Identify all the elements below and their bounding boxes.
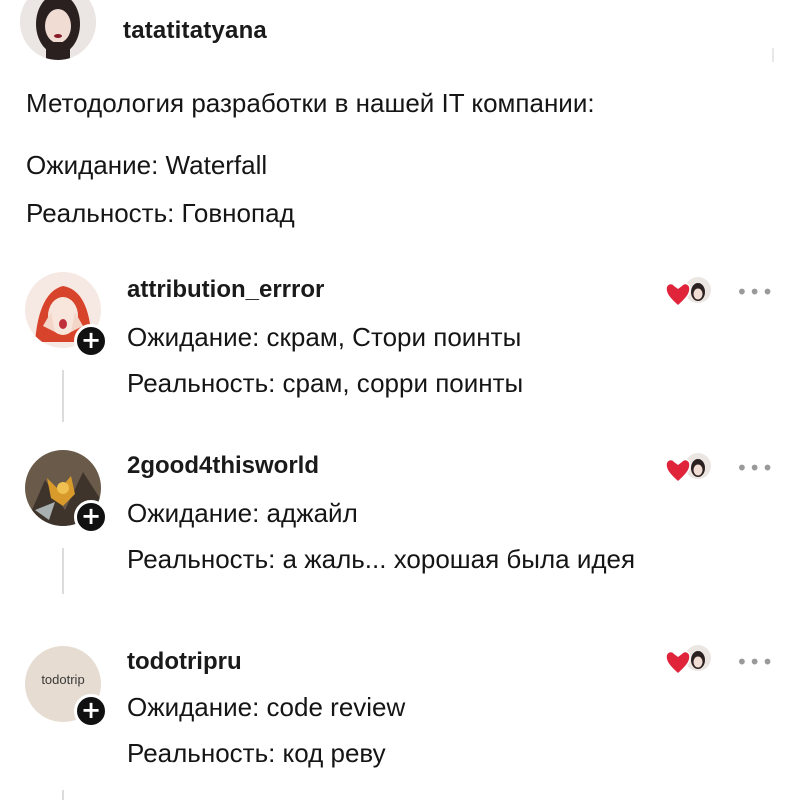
comment-line-2: Реальность: срам, сорри поинты: [127, 368, 524, 398]
more-options-icon[interactable]: •••: [736, 280, 774, 304]
commenter-username[interactable]: attribution_errror: [127, 276, 324, 304]
divider: [772, 48, 774, 62]
like-heart-icon[interactable]: [664, 448, 714, 488]
comment-line-1: Ожидание: аджайл: [127, 498, 358, 528]
more-options-icon[interactable]: •••: [736, 456, 774, 480]
more-options-icon[interactable]: •••: [736, 650, 774, 674]
post-text-line-1: Методология разработки в нашей IT компан…: [26, 88, 595, 118]
comment-line-2: Реальность: код реву: [127, 738, 386, 768]
post-author-avatar[interactable]: [20, 0, 96, 60]
comment-line-1: Ожидание: code review: [127, 692, 406, 722]
commenter-username[interactable]: todotripru: [127, 648, 242, 676]
like-heart-icon[interactable]: [664, 640, 714, 680]
commenter-username[interactable]: 2good4thisworld: [127, 452, 319, 480]
post-text-line-2: Ожидание: Waterfall: [26, 150, 268, 180]
avatar-logo-text: todotrip: [41, 672, 85, 687]
thread-line: [62, 370, 64, 422]
follow-plus-icon[interactable]: +: [74, 324, 108, 358]
post-text-line-3: Реальность: Говнопад: [26, 198, 295, 228]
post-author-username[interactable]: tatatitatyana: [123, 17, 267, 45]
comment-line-2: Реальность: а жаль... хорошая была идея: [127, 544, 636, 574]
like-heart-icon[interactable]: [664, 272, 714, 312]
thread-line: [62, 548, 64, 594]
follow-plus-icon[interactable]: +: [74, 694, 108, 728]
thread-line: [62, 790, 64, 800]
follow-plus-icon[interactable]: +: [74, 500, 108, 534]
comment-line-1: Ожидание: скрам, Стори поинты: [127, 322, 522, 352]
